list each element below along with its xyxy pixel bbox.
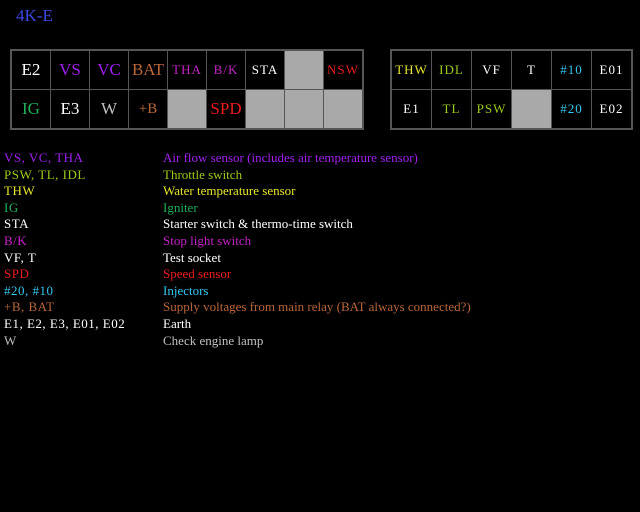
legend-code: VS, VC, THA <box>4 150 84 165</box>
pin-vs: VS <box>51 51 89 89</box>
legend-description: Stop light switch <box>163 232 252 248</box>
legend-code: W <box>4 332 17 348</box>
page-title: 4K-E <box>16 6 53 25</box>
pin-injector-10: #10 <box>552 51 591 89</box>
pin-tha: THA <box>168 51 206 89</box>
legend-description: Starter switch & thermo-time switch <box>163 216 353 232</box>
blank-pin <box>285 51 323 89</box>
blank-pin <box>246 90 284 128</box>
legend-code: IG <box>4 199 19 215</box>
pin-e1: E1 <box>392 90 431 128</box>
pin-e2: E2 <box>12 51 50 89</box>
legend-description: Throttle switch <box>163 166 243 182</box>
legend-description: Injectors <box>163 282 209 298</box>
right-connector-row-2: E1 TL PSW #20 E02 <box>392 90 631 128</box>
legend-code: PSW, TL, IDL <box>4 166 86 182</box>
pin-e01: E01 <box>592 51 631 89</box>
blank-pin <box>512 90 551 128</box>
legend-description: Air flow sensor (includes air temperatur… <box>163 150 418 165</box>
legend-description: Speed sensor <box>163 266 232 282</box>
legend-code: +B, BAT <box>4 299 55 315</box>
pin-nsw: NSW <box>324 51 362 89</box>
pin-spd: SPD <box>207 90 245 128</box>
legend-description: Supply voltages from main relay (BAT alw… <box>163 299 471 315</box>
blank-pin <box>168 90 206 128</box>
legend-description: Earth <box>163 315 192 331</box>
legend-code: E1, E2, E3, E01, E02 <box>4 315 126 331</box>
pin-vf: VF <box>472 51 511 89</box>
pin-bk: B/K <box>207 51 245 89</box>
pin-idl: IDL <box>432 51 471 89</box>
legend-code: THW <box>4 183 36 199</box>
left-connector-row-1: E2 VS VC BAT THA B/K STA NSW <box>12 51 362 89</box>
right-connector-diagram: THW IDL VF T #10 E01 E1 TL PSW #20 E02 <box>390 49 633 130</box>
right-connector-row-1: THW IDL VF T #10 E01 <box>392 51 631 89</box>
pin-w: W <box>90 90 128 128</box>
blank-pin <box>285 90 323 128</box>
pin-injector-20: #20 <box>552 90 591 128</box>
legend-description: Test socket <box>163 249 221 265</box>
pin-t: T <box>512 51 551 89</box>
legend-description: Water temperature sensor <box>163 183 296 199</box>
legend-description: Igniter <box>163 199 198 215</box>
pin-ig: IG <box>12 90 50 128</box>
legend-code: #20, #10 <box>4 282 54 298</box>
pin-e3: E3 <box>51 90 89 128</box>
pin-bat: BAT <box>129 51 167 89</box>
pin-psw: PSW <box>472 90 511 128</box>
pin-e02: E02 <box>592 90 631 128</box>
legend-code: SPD <box>4 266 30 282</box>
pin-tl: TL <box>432 90 471 128</box>
pin-vc: VC <box>90 51 128 89</box>
legend-description: Check engine lamp <box>163 332 264 348</box>
legend-code: VF, T <box>4 249 37 265</box>
legend-code: STA <box>4 216 30 232</box>
pin-sta: STA <box>246 51 284 89</box>
legend-code: B/K <box>4 232 28 248</box>
pin-plus-b: +B <box>129 90 167 128</box>
left-connector-diagram: E2 VS VC BAT THA B/K STA NSW IG E3 W +B … <box>10 49 364 130</box>
blank-pin <box>324 90 362 128</box>
pin-thw: THW <box>392 51 431 89</box>
left-connector-row-2: IG E3 W +B SPD <box>12 90 362 128</box>
